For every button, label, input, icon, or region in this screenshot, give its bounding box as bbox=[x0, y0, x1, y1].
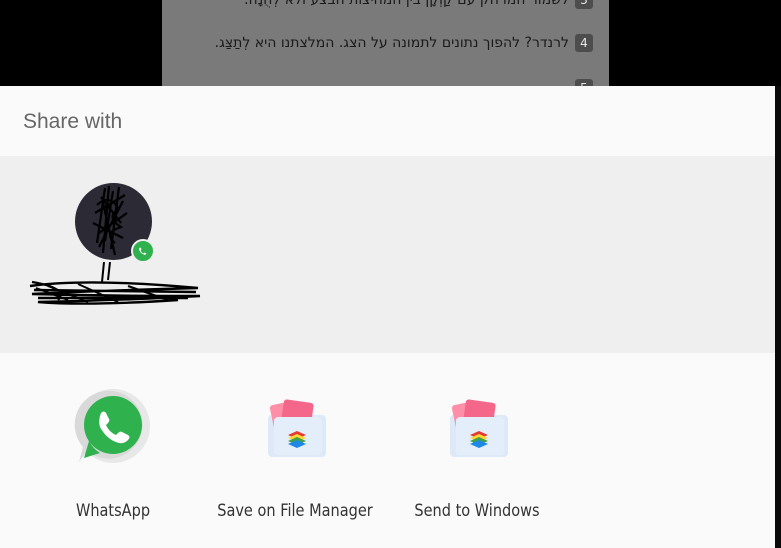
document-line: 3 לשמור המרחק עם קַוְּקָן בין המחיצות הב… bbox=[244, 0, 593, 9]
whatsapp-badge-icon bbox=[131, 239, 155, 263]
screen-edge bbox=[775, 86, 781, 548]
direct-share-contact[interactable] bbox=[28, 176, 208, 311]
document-line-text: לרנדר? להפוך נתונים לתמונה על הצג. המלצת… bbox=[214, 35, 569, 51]
share-target-label: Save on File Manager bbox=[217, 501, 373, 520]
share-target-save-on-file-manager[interactable]: Save on File Manager bbox=[200, 375, 390, 535]
contact-name-redacted bbox=[29, 280, 201, 305]
line-number-badge: 3 bbox=[575, 0, 593, 9]
share-sheet: Share with WhatsApp Save on File Manager… bbox=[0, 86, 775, 548]
share-targets: WhatsApp Save on File Manager Send to Wi… bbox=[0, 353, 775, 548]
bluestacks-folder-icon bbox=[434, 383, 520, 469]
direct-share-contacts bbox=[0, 156, 775, 353]
whatsapp-icon bbox=[70, 383, 156, 469]
share-target-send-to-windows[interactable]: Send to Windows bbox=[382, 375, 572, 535]
document-line-text: לשמור המרחק עם קַוְּקָן בין המחיצות הבצע… bbox=[244, 0, 569, 8]
share-target-label: WhatsApp bbox=[75, 501, 151, 520]
share-sheet-title: Share with bbox=[23, 110, 123, 133]
share-target-whatsapp[interactable]: WhatsApp bbox=[18, 375, 208, 535]
line-number-badge: 4 bbox=[575, 34, 593, 52]
share-target-label: Send to Windows bbox=[414, 501, 540, 520]
document-line: 4 לרנדר? להפוך נתונים לתמונה על הצג. המל… bbox=[215, 34, 593, 52]
bluestacks-folder-icon bbox=[252, 383, 338, 469]
background-document: 3 לשמור המרחק עם קַוְּקָן בין המחיצות הב… bbox=[162, 0, 609, 97]
